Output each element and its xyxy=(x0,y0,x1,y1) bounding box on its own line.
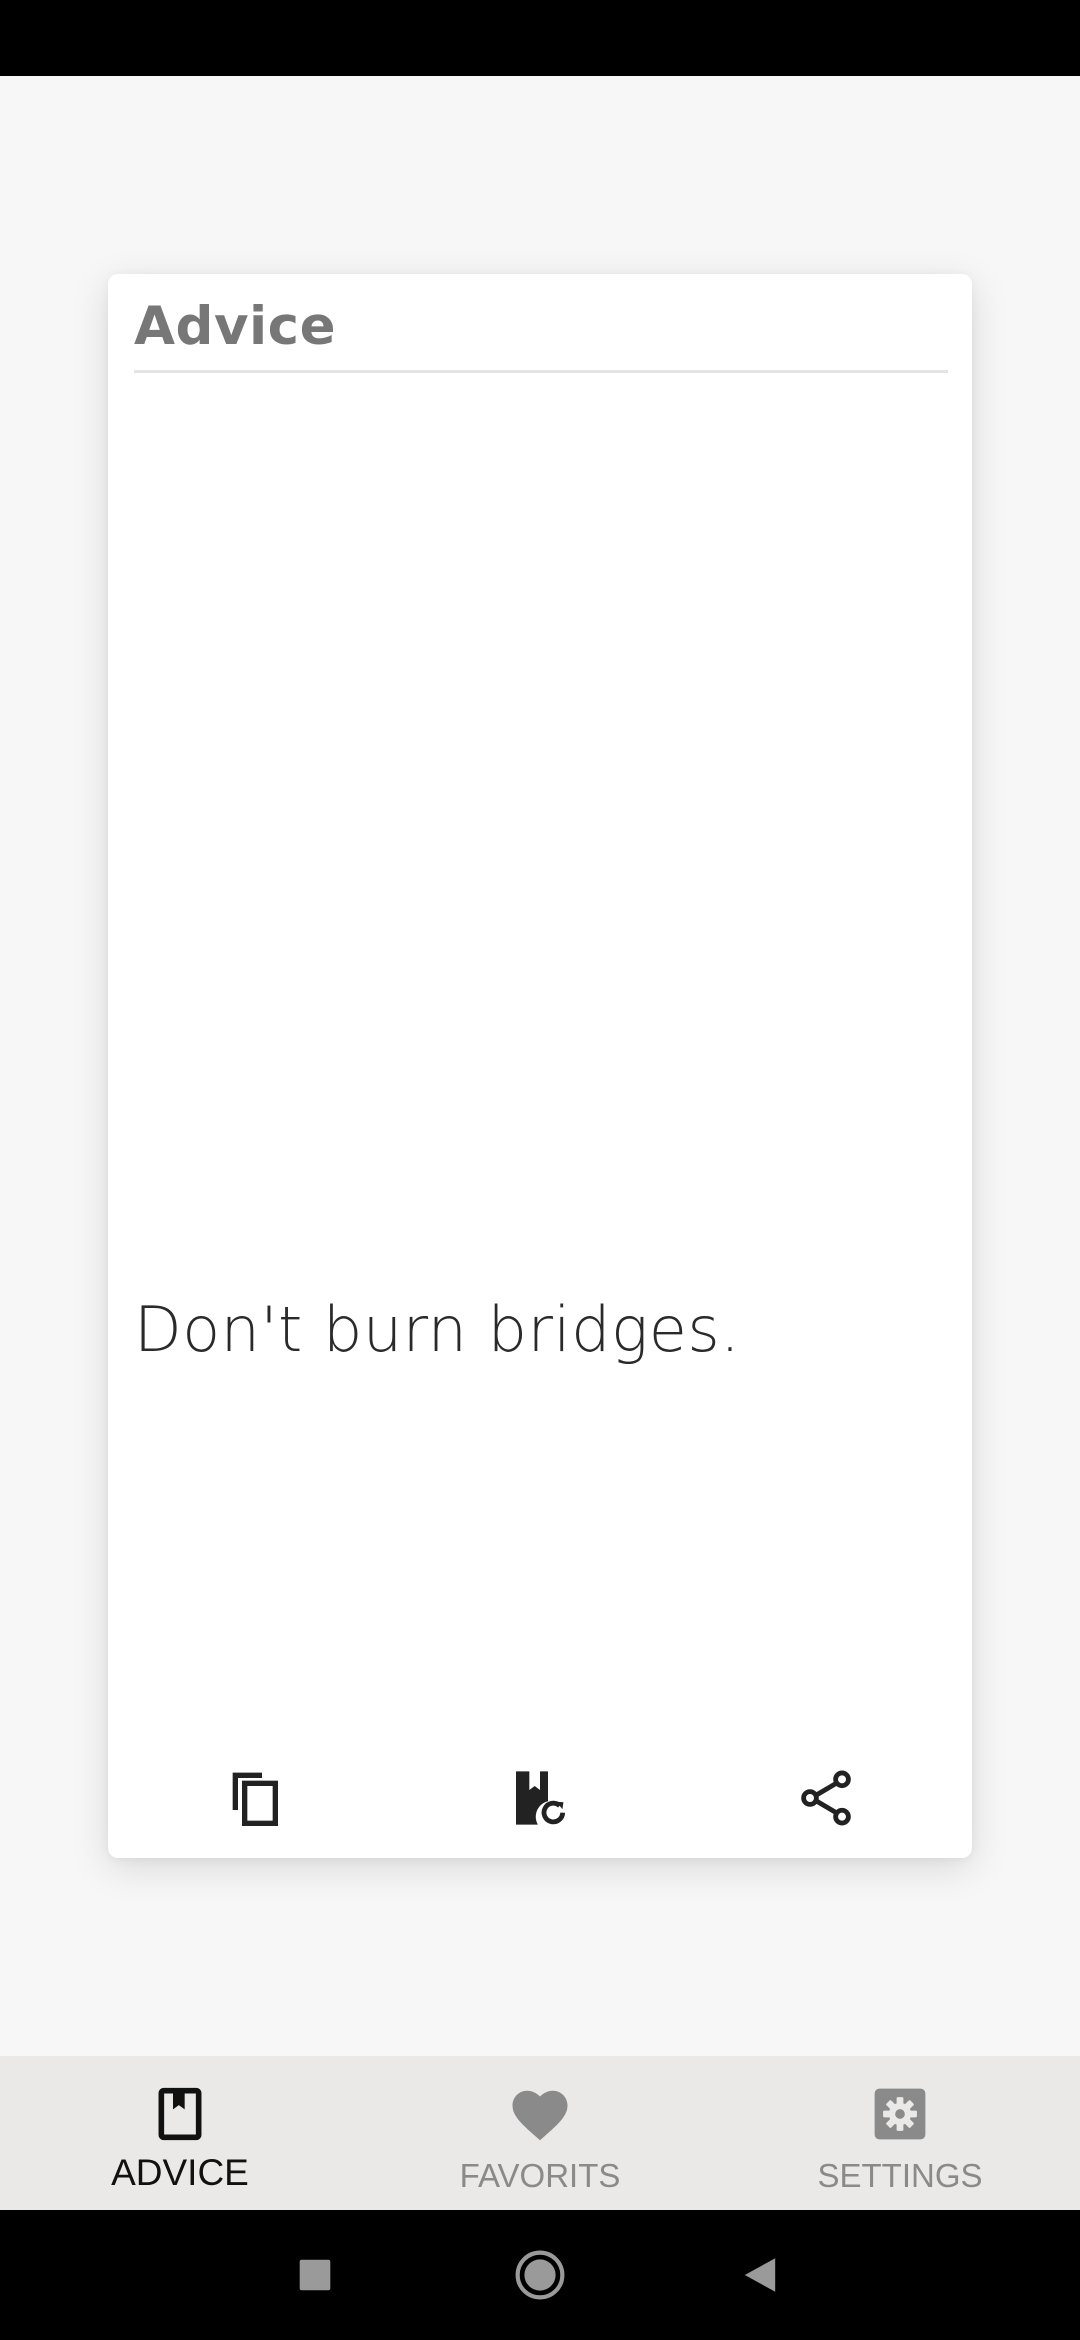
recent-apps-button[interactable] xyxy=(280,2240,350,2310)
back-button[interactable] xyxy=(725,2240,795,2310)
nav-item-favorits[interactable]: FAVORITS xyxy=(360,2056,720,2210)
title-divider xyxy=(134,370,948,373)
new-advice-button[interactable] xyxy=(500,1758,580,1838)
card-actions xyxy=(108,1738,972,1858)
heart-icon xyxy=(512,2090,568,2141)
nav-label-advice: ADVICE xyxy=(111,2152,249,2193)
nav-item-advice[interactable]: ADVICE xyxy=(0,2056,360,2210)
advice-text: Don't burn bridges. xyxy=(134,1293,741,1366)
nav-label-favorits: FAVORITS xyxy=(459,2157,621,2194)
home-button[interactable] xyxy=(505,2240,575,2310)
system-navigation-bar xyxy=(0,2210,1080,2340)
copy-icon xyxy=(232,1772,278,1826)
status-bar xyxy=(0,0,1080,76)
nav-label-settings: SETTINGS xyxy=(817,2157,983,2194)
nav-item-settings[interactable]: SETTINGS xyxy=(720,2056,1080,2210)
advice-card: Advice Don't burn bridges. xyxy=(108,274,972,1858)
gear-icon xyxy=(874,2088,926,2140)
share-icon xyxy=(801,1770,851,1826)
circle-icon xyxy=(515,2250,565,2300)
card-title: Advice xyxy=(134,296,337,357)
back-triangle-icon xyxy=(744,2258,776,2292)
square-icon xyxy=(299,2259,331,2291)
share-button[interactable] xyxy=(786,1758,866,1838)
copy-button[interactable] xyxy=(214,1758,294,1838)
bookmark-book-icon xyxy=(158,2087,202,2141)
bottom-navigation: ADVICE FAVORITS SETTINGS xyxy=(0,2056,1080,2210)
bookmark-refresh-icon xyxy=(516,1771,566,1825)
